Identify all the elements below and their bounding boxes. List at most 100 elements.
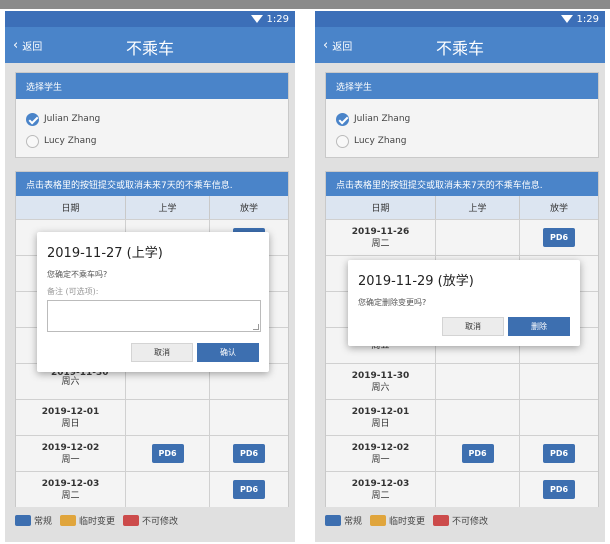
cancel-button[interactable]: 取消 <box>131 343 193 362</box>
row-date-peek: 2019-11-30 <box>51 372 109 378</box>
page-title: 不乘车 <box>125 39 174 58</box>
student-name: Julian Zhang <box>44 114 101 124</box>
legend-item-locked: 不可修改 <box>123 514 178 527</box>
pm-cell[interactable]: PD6 <box>210 436 288 471</box>
am-cell[interactable]: PD6 <box>436 436 520 471</box>
legend-item-temp: 临时变更 <box>60 514 115 527</box>
am-cell[interactable] <box>126 400 210 435</box>
row-weekday: 周一 <box>371 454 390 465</box>
row-date: 2019-12-02 <box>351 442 410 453</box>
pd6-button[interactable]: PD6 <box>543 444 575 463</box>
am-cell[interactable]: PD6 <box>126 436 210 471</box>
table-row: 2019-11-30 周六 <box>326 363 598 399</box>
radio-checked-icon[interactable] <box>26 112 39 126</box>
swatch <box>325 515 341 526</box>
table-row: 2019-12-02 周一 PD6 PD6 <box>16 435 288 471</box>
student-card: 选择学生 Julian Zhang Lucy Zhang <box>325 72 599 158</box>
row-weekday: 周二 <box>371 490 390 501</box>
legend-label: 临时变更 <box>389 517 426 527</box>
am-cell[interactable] <box>436 220 520 255</box>
delete-button[interactable]: 删除 <box>508 317 570 336</box>
date-cell: 2019-12-03 周二 <box>16 472 126 507</box>
pd6-button[interactable]: PD6 <box>543 480 575 499</box>
am-cell[interactable] <box>436 400 520 435</box>
pd6-button[interactable]: PD6 <box>151 444 184 463</box>
am-cell[interactable] <box>436 364 520 399</box>
swatch <box>15 515 31 526</box>
schedule-columns: 日期 上学 放学 <box>326 196 598 219</box>
date-cell: 2019-11-30 周六 <box>326 364 436 399</box>
date-cell: 2019-12-02 周一 <box>16 436 126 471</box>
page-title: 不乘车 <box>435 39 484 58</box>
dialog-title: 2019-11-29 (放学) <box>358 274 474 289</box>
dialog-actions: 取消 确认 <box>131 343 259 362</box>
radio-unchecked-icon[interactable] <box>336 134 349 148</box>
radio-unchecked-icon[interactable] <box>26 134 39 148</box>
dialog-message: 您确定不乘车吗? <box>47 270 108 279</box>
pd6-button[interactable]: PD6 <box>233 444 265 463</box>
student-option-lucy[interactable]: Lucy Zhang <box>16 130 288 152</box>
date-cell: 2019-12-02 周一 <box>326 436 436 471</box>
pm-cell[interactable]: PD6 <box>520 220 598 255</box>
row-weekday: 周二 <box>371 238 390 249</box>
row-weekday: 周一 <box>61 454 80 465</box>
pm-cell[interactable] <box>520 400 598 435</box>
student-header: 选择学生 <box>16 73 288 99</box>
col-am: 上学 <box>436 196 520 219</box>
student-option-julian[interactable]: Julian Zhang <box>16 108 288 130</box>
status-bar: 1:29 <box>315 11 605 27</box>
row-date: 2019-12-03 <box>351 478 410 489</box>
pm-cell[interactable]: PD6 <box>520 436 598 471</box>
phone-screen-left: 1:29 ‹ 返回 不乘车 选择学生 Julian Zhang Lucy Zha… <box>5 11 295 542</box>
row-weekday: 周日 <box>371 418 390 429</box>
pm-cell[interactable]: PD6 <box>520 472 598 507</box>
student-option-julian[interactable]: Julian Zhang <box>326 108 598 130</box>
table-row: 2019-11-26 周二 PD6 <box>326 219 598 255</box>
swatch <box>370 515 387 526</box>
legend-label: 常规 <box>34 517 53 527</box>
am-cell[interactable] <box>436 472 520 507</box>
date-cell: 2019-12-01 周日 <box>16 400 126 435</box>
col-pm: 放学 <box>549 204 568 214</box>
col-pm: 放学 <box>239 204 258 214</box>
status-bar: 1:29 <box>5 11 295 27</box>
student-option-lucy[interactable]: Lucy Zhang <box>326 130 598 152</box>
row-weekday: 周二 <box>61 490 80 501</box>
col-am: 上学 <box>126 196 210 219</box>
cancel-button[interactable]: 取消 <box>442 317 504 336</box>
pd6-button[interactable]: PD6 <box>461 444 494 463</box>
note-label: 备注 (可选项): <box>47 287 99 296</box>
legend-label: 临时变更 <box>79 517 116 527</box>
legend-item-regular: 常规 <box>325 514 362 527</box>
am-cell[interactable] <box>126 472 210 507</box>
pd6-button[interactable]: PD6 <box>233 480 265 499</box>
radio-checked-icon[interactable] <box>336 112 349 126</box>
delete-dialog: 2019-11-29 (放学) 您确定删除变更吗? 取消 删除 <box>348 260 580 346</box>
row-date: 2019-12-01 <box>41 406 100 417</box>
schedule-instruction: 点击表格里的按钮提交或取消未来7天的不乘车信息. <box>16 172 288 196</box>
confirm-dialog: 2019-11-27 (上学) 您确定不乘车吗? 备注 (可选项): 取消 确认 <box>37 232 269 372</box>
note-textarea[interactable] <box>47 300 261 332</box>
schedule-instruction: 点击表格里的按钮提交或取消未来7天的不乘车信息. <box>326 172 598 196</box>
row-date: 2019-12-03 <box>41 478 100 489</box>
app-bar: ‹ 返回 不乘车 <box>5 27 295 63</box>
schedule-columns: 日期 上学 放学 <box>16 196 288 219</box>
status-time: 1:29 <box>266 13 289 25</box>
date-cell: 2019-11-26 周二 <box>326 220 436 255</box>
pm-cell[interactable] <box>520 364 598 399</box>
legend-label: 不可修改 <box>142 517 179 527</box>
confirm-button[interactable]: 确认 <box>197 343 259 362</box>
pm-cell[interactable] <box>210 400 288 435</box>
row-date: 2019-12-02 <box>41 442 100 453</box>
table-row: 2019-12-03 周二 PD6 <box>16 471 288 507</box>
pm-cell[interactable]: PD6 <box>210 472 288 507</box>
phone-screen-right: 1:29 ‹ 返回 不乘车 选择学生 Julian Zhang Lucy Zha… <box>315 11 605 542</box>
swatch <box>60 515 77 526</box>
student-name: Lucy Zhang <box>354 136 407 146</box>
student-card: 选择学生 Julian Zhang Lucy Zhang <box>15 72 289 158</box>
legend: 常规 临时变更 不可修改 <box>15 514 181 527</box>
date-cell: 2019-12-01 周日 <box>326 400 436 435</box>
legend-item-temp: 临时变更 <box>370 514 425 527</box>
pd6-button[interactable]: PD6 <box>543 228 575 247</box>
col-date: 日期 <box>16 196 126 219</box>
